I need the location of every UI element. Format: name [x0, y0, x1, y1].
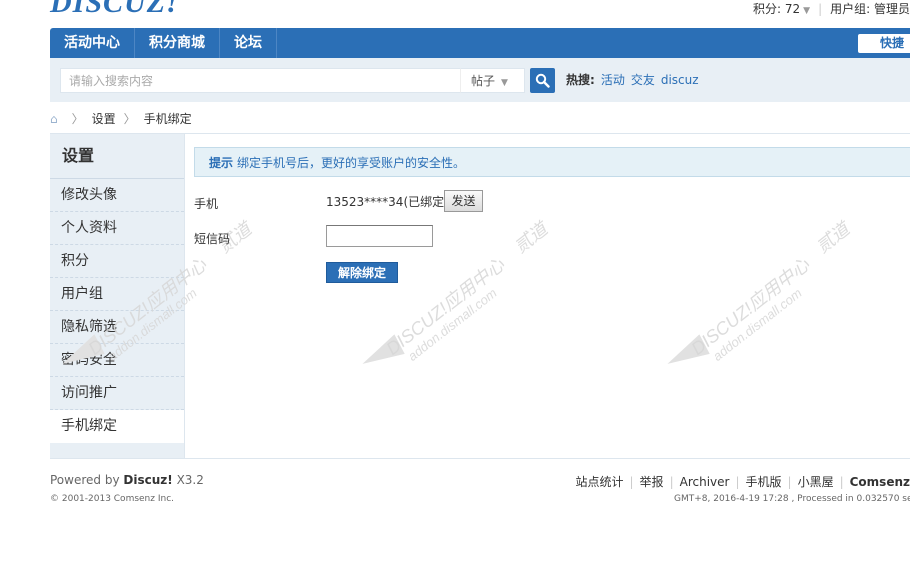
sms-code-input[interactable]	[326, 225, 433, 247]
nav-item-forum[interactable]: 论坛	[220, 28, 277, 58]
watermark-brand: DISCUZ!应用中心	[382, 254, 509, 359]
breadcrumb: ⌂ 〉设置〉手机绑定	[50, 111, 192, 127]
sidebar-item-avatar[interactable]: 修改头像	[50, 179, 184, 212]
breadcrumb-item-phone-binding[interactable]: 手机绑定	[144, 112, 192, 126]
unbind-button[interactable]: 解除绑定	[326, 262, 398, 283]
usergroup-link[interactable]: 用户组: 管理员	[830, 2, 910, 16]
quick-nav-button[interactable]: 快捷	[857, 34, 910, 53]
sidebar-item-credits[interactable]: 积分	[50, 245, 184, 278]
notice-text: 绑定手机号后，更好的享受账户的安全性。	[237, 156, 466, 170]
user-bar: 积分: 72 ▼ | 用户组: 管理员	[753, 0, 910, 16]
search-type-select[interactable]: 帖子 ▼	[460, 68, 525, 93]
watermark-vendor: 贰道	[812, 218, 854, 257]
phone-value: 13523****34(已绑定)	[326, 195, 449, 209]
sidebar-item-profile[interactable]: 个人资料	[50, 212, 184, 245]
footer-link-stats[interactable]: 站点统计	[575, 475, 623, 489]
version: X3.2	[176, 473, 204, 487]
divider: |	[669, 475, 674, 489]
send-button[interactable]: 发送	[444, 190, 483, 212]
sidebar-item-phone-binding[interactable]: 手机绑定	[50, 410, 184, 443]
site-logo[interactable]: DISCUZ!	[50, 0, 179, 20]
nav-item-events[interactable]: 活动中心	[50, 28, 135, 58]
search-type-label: 帖子	[471, 74, 496, 88]
powered-prefix: Powered by	[50, 473, 120, 487]
footer-link-archiver[interactable]: Archiver	[680, 475, 730, 489]
divider: |	[818, 2, 823, 16]
nav-item-points-mall[interactable]: 积分商城	[135, 28, 220, 58]
footer-link-report[interactable]: 举报	[640, 475, 664, 489]
search-input[interactable]: 请输入搜索内容	[60, 68, 460, 93]
footer-link-mobile[interactable]: 手机版	[746, 475, 782, 489]
breadcrumb-separator: 〉	[123, 112, 136, 126]
home-icon[interactable]: ⌂	[50, 112, 58, 126]
sidebar-item-promotion[interactable]: 访问推广	[50, 377, 184, 410]
hot-search: 热搜: 活动 交友 discuz	[566, 68, 705, 93]
points-link[interactable]: 积分: 72	[753, 2, 800, 16]
breadcrumb-separator: 〉	[71, 112, 84, 126]
divider: |	[735, 475, 740, 489]
chevron-down-icon: ▼	[501, 78, 508, 88]
sms-code-label: 短信码	[194, 232, 231, 246]
footer-links: 站点统计 | 举报 | Archiver | 手机版 | 小黑屋 | Comsenz	[575, 473, 910, 490]
gmt-info: GMT+8, 2016-4-19 17:28 , Processed in 0.…	[674, 494, 910, 504]
search-icon	[535, 73, 550, 88]
hot-term-link[interactable]: 交友	[631, 73, 655, 87]
divider: |	[839, 475, 844, 489]
watermark-vendor: 贰道	[510, 218, 552, 257]
notice-bar: 提示 绑定手机号后，更好的享受账户的安全性。	[194, 147, 910, 177]
phone-label: 手机	[194, 197, 219, 211]
footer-link-company[interactable]: Comsenz	[850, 475, 910, 489]
chevron-down-icon[interactable]: ▼	[803, 6, 810, 16]
search-button[interactable]	[530, 68, 555, 93]
powered-by: Powered by Discuz! X3.2	[50, 473, 204, 487]
divider: |	[787, 475, 792, 489]
watermark-brand: DISCUZ!应用中心	[687, 254, 814, 359]
footer-link-blacklist[interactable]: 小黑屋	[798, 475, 834, 489]
divider	[50, 458, 910, 459]
divider: |	[629, 475, 634, 489]
powered-brand-link[interactable]: Discuz!	[123, 473, 172, 487]
hot-term-link[interactable]: discuz	[661, 73, 699, 87]
sidebar-title: 设置	[50, 134, 184, 179]
notice-label: 提示	[209, 156, 234, 170]
copyright: © 2001-2013 Comsenz Inc.	[50, 494, 175, 504]
hot-term-link[interactable]: 活动	[601, 73, 625, 87]
main-nav: 活动中心 积分商城 论坛 快捷	[50, 28, 910, 58]
hot-search-label: 热搜:	[566, 73, 595, 87]
breadcrumb-item-settings[interactable]: 设置	[92, 112, 116, 126]
search-bar: 请输入搜索内容 帖子 ▼ 热搜: 活动 交友 discuz	[50, 58, 910, 102]
